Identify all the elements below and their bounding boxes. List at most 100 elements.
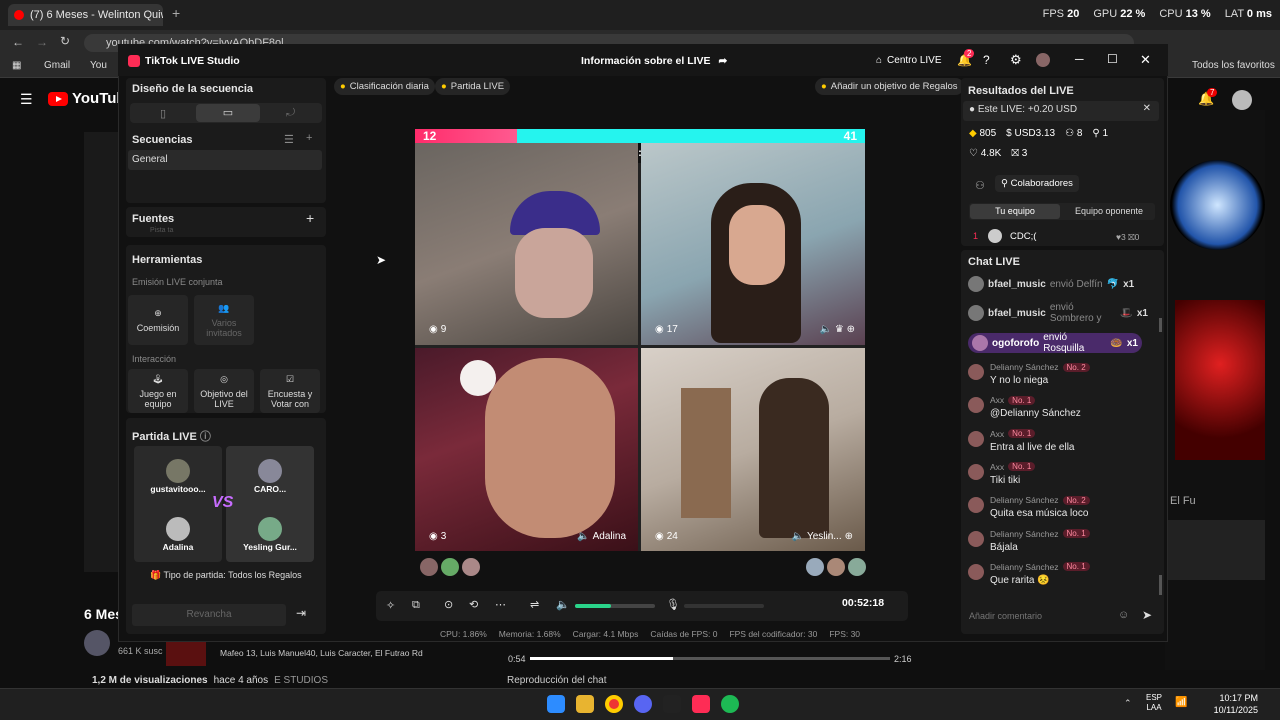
back-icon[interactable]: ← (12, 35, 24, 49)
source-cut-text: Pista ta (150, 227, 174, 234)
add-sequence-icon[interactable]: + (306, 132, 312, 144)
magic-icon[interactable]: ✧ (386, 599, 395, 612)
tiktok-logo-icon (128, 55, 140, 67)
chat-replay-label[interactable]: Reproducción del chat (507, 675, 607, 686)
bookmark-youtube[interactable]: You (90, 60, 107, 71)
speaker-icon[interactable]: 🔈 (556, 598, 570, 611)
portrait-icon[interactable]: ▯ (160, 107, 166, 120)
chrome-icon[interactable] (605, 695, 623, 713)
exit-match-icon[interactable]: ⇥ (296, 606, 306, 620)
chat-avatar (968, 397, 984, 414)
tray-chevron-icon[interactable]: ⌃ (1124, 698, 1132, 709)
bookmark-gmail[interactable]: Gmail (44, 60, 70, 71)
face-shape (515, 228, 593, 318)
record-icon[interactable]: ⊙ (444, 598, 453, 611)
sequence-general[interactable]: General (128, 150, 322, 170)
user-avatar[interactable] (1232, 90, 1252, 110)
rank-badge: No. 1 (1062, 529, 1090, 538)
tiktok-studio-icon[interactable] (692, 695, 710, 713)
chat-avatar (968, 497, 984, 514)
minimize-icon[interactable]: ─ (1075, 52, 1084, 66)
new-tab-icon[interactable]: + (172, 5, 180, 21)
results-panel: Resultados del LIVE ● Este LIVE: +0.20 U… (961, 78, 1164, 246)
close-window-icon[interactable]: ✕ (1140, 52, 1151, 68)
player-name: CARO... (253, 484, 287, 494)
list-icon[interactable]: ☰ (284, 133, 294, 146)
menu-icon[interactable]: ☰ (20, 91, 33, 108)
speaker-volume-slider[interactable] (575, 604, 655, 608)
chat-user: Axx (990, 461, 1005, 472)
chat-message: Delianny Sánchez No. 2 Quita esa música lo… (968, 495, 1158, 527)
bookmark-all[interactable]: Todos los favoritos (1192, 60, 1275, 71)
wifi-icon[interactable]: 📶 (1175, 697, 1187, 708)
video-edge (84, 132, 120, 572)
chat-avatar (968, 563, 984, 580)
forward-icon[interactable]: → (36, 35, 48, 49)
close-earnings-icon[interactable]: ✕ (1143, 103, 1151, 114)
add-source-icon[interactable]: + (306, 210, 314, 226)
mixer-icon[interactable]: ⇌ (530, 598, 539, 611)
replay-icon[interactable]: ⟲ (469, 598, 478, 611)
planet-graphic (1170, 160, 1265, 250)
time-current: 0:54 (508, 654, 526, 664)
channel-avatar[interactable] (84, 630, 110, 656)
live-info-title[interactable]: Información sobre el LIVE ➦ (581, 55, 727, 67)
chat-scrollbar[interactable] (1159, 318, 1162, 332)
send-icon[interactable]: ➤ (1142, 608, 1152, 622)
centro-live-button[interactable]: ⌂ Centro LIVE (876, 55, 942, 66)
youtube-favicon-icon (14, 10, 24, 20)
settings-icon[interactable]: ⚙ (1010, 52, 1022, 68)
encuesta-button[interactable]: ☑ Encuesta y Votar con (260, 369, 320, 413)
emoji-icon[interactable]: ☺ (1118, 609, 1129, 621)
partida-title: Partida LIVE ⓘ (132, 431, 211, 443)
time-total: 2:16 (894, 654, 912, 664)
users-icon: 👥 (218, 302, 230, 313)
this-live-earnings: ● Este LIVE: +0.20 USD ✕ (963, 101, 1159, 121)
reload-icon[interactable]: ↻ (60, 34, 70, 48)
mic-volume-slider[interactable] (684, 604, 764, 608)
cell-count: ◉ 17 (655, 324, 678, 335)
juego-button[interactable]: 🕹 Juego en equipo (128, 369, 188, 413)
daily-rank-chip[interactable]: ● Clasificación diaria (334, 78, 435, 95)
maximize-icon[interactable]: ☐ (1107, 52, 1118, 66)
comment-input[interactable] (962, 606, 1132, 626)
chat-scrollbar-thumb[interactable] (1159, 575, 1162, 595)
tab-opponent-team[interactable]: Equipo oponente (1064, 204, 1154, 219)
joint-title: Emisión LIVE conjunta (132, 277, 223, 287)
tab-my-team[interactable]: Tu equipo (970, 204, 1060, 219)
chat-text: Y no lo niega (990, 375, 1049, 386)
sources-panel: Fuentes + Pista ta (126, 207, 326, 237)
apps-icon[interactable]: ▦ (12, 60, 21, 71)
profile-avatar[interactable] (1036, 53, 1050, 67)
mic-icon[interactable]: 🎙 (666, 598, 680, 611)
taskbar-clock[interactable]: 10:17 PM 10/11/2025 (1214, 692, 1258, 716)
spotify-icon[interactable] (721, 695, 739, 713)
more-icon[interactable]: ⋯ (495, 598, 506, 611)
layout-icon[interactable]: ⧉ (412, 599, 420, 612)
discord-icon[interactable] (634, 695, 652, 713)
landscape-icon[interactable]: ▭ (196, 104, 260, 122)
language-indicator[interactable]: ESP LAA (1146, 693, 1162, 713)
team-tabs: Tu equipo Equipo oponente (969, 203, 1155, 220)
progress-track[interactable] (530, 657, 890, 660)
video-cell-2: ◉ 17 🔈 ♛ ⊕ (641, 143, 865, 345)
rotate-icon[interactable]: ⤾ (286, 107, 295, 120)
objetivo-button[interactable]: ◎ Objetivo del LIVE (194, 369, 254, 413)
browser-tab[interactable]: (7) 6 Meses - Welinton Quiw (S...✕ (8, 4, 163, 26)
donut-icon: 🍩 (1110, 337, 1123, 349)
varios-button[interactable]: 👥 Varios invitados (194, 295, 254, 345)
info-icon[interactable]: ⓘ (200, 431, 211, 443)
help-icon[interactable]: ? (983, 53, 990, 67)
chat-user: Axx (990, 395, 1005, 406)
file-explorer-icon[interactable] (576, 695, 594, 713)
coemision-button[interactable]: ⊕ Coemisión (128, 295, 188, 345)
app-icon[interactable] (663, 695, 681, 713)
gift-goal-chip[interactable]: ● Añadir un objetivo de Regalos (815, 78, 964, 95)
side-thumb (1165, 520, 1265, 580)
rematch-button[interactable]: Revancha (132, 604, 286, 626)
partida-chip[interactable]: ● Partida LIVE (435, 78, 511, 95)
windows-start-icon[interactable] (547, 695, 565, 713)
chat-user: Delianny Sánchez (990, 528, 1059, 539)
share-icon[interactable]: ➦ (719, 55, 728, 67)
collab-button[interactable]: ⚲ Colaboradores (995, 175, 1079, 192)
